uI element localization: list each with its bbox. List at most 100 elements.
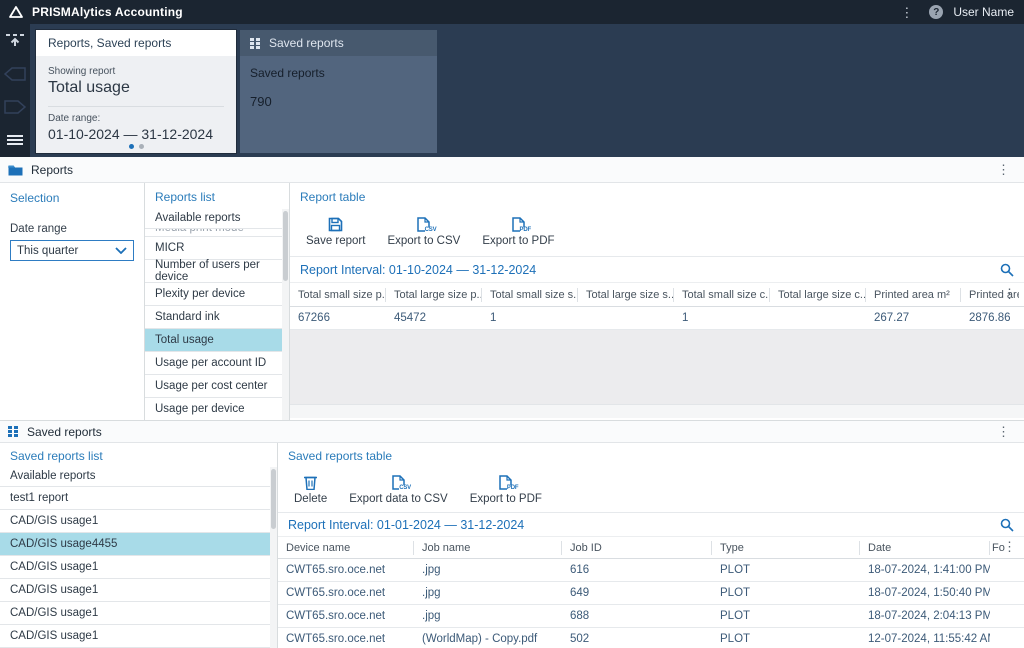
card-divider xyxy=(48,106,224,107)
report-table-panel: Report table Save report CSV Export to C… xyxy=(290,183,1024,420)
export-data-csv-button[interactable]: CSV Export data to CSV xyxy=(343,471,453,512)
column-header[interactable]: Device name xyxy=(278,540,414,555)
list-item[interactable]: Usage per device xyxy=(145,398,289,420)
app-root: PRISMAlytics Accounting ⋮ ? User Name Re… xyxy=(0,0,1024,648)
table-empty-area xyxy=(290,330,1024,404)
carousel-dot-inactive[interactable] xyxy=(138,144,144,149)
list-item[interactable]: MICR xyxy=(145,237,289,260)
list-item[interactable]: Standard ink xyxy=(145,306,289,329)
list-item-selected[interactable]: Total usage xyxy=(145,329,289,352)
navigate-back-icon[interactable] xyxy=(0,57,30,90)
column-header[interactable]: Total small size p... xyxy=(290,287,386,302)
saved-list-item[interactable]: CAD/GIS usage1 xyxy=(0,510,277,533)
horizontal-scrollbar-track[interactable] xyxy=(290,404,1024,418)
column-header[interactable]: Printed area m² xyxy=(866,287,961,302)
column-header[interactable]: Type xyxy=(712,540,860,555)
export-pdf-button[interactable]: PDF Export to PDF xyxy=(464,471,548,512)
save-icon xyxy=(328,215,343,232)
saved-reports-list-panel: Saved reports list Available reports tes… xyxy=(0,443,278,648)
saved-list-item-selected[interactable]: CAD/GIS usage4455 xyxy=(0,533,277,556)
top-app-bar: PRISMAlytics Accounting ⋮ ? User Name xyxy=(0,0,1024,24)
export-pdf-button[interactable]: PDF Export to PDF xyxy=(476,213,560,256)
saved-table-row[interactable]: CWT65.sro.oce.net .jpg 688 PLOT 18-07-20… xyxy=(278,605,1024,628)
search-icon[interactable] xyxy=(1000,263,1014,277)
cell: 18-07-2024, 1:50:40 PM xyxy=(868,587,990,599)
pdf-file-icon: PDF xyxy=(499,473,519,491)
column-menu-icon[interactable]: ⋮ xyxy=(997,540,1022,553)
saved-table-title: Saved reports table xyxy=(288,449,393,463)
navigate-forward-icon[interactable] xyxy=(0,90,30,123)
hamburger-menu-icon[interactable] xyxy=(0,123,30,156)
cell: 502 xyxy=(570,633,590,645)
saved-interval-text: Report Interval: 01-01-2024 — 31-12-2024 xyxy=(288,517,525,532)
prisma-logo-icon xyxy=(8,5,24,20)
cell: PLOT xyxy=(720,633,751,645)
column-header[interactable]: Total small size c... xyxy=(674,287,770,302)
reports-section: Reports ⋮ Selection Date range This quar… xyxy=(0,157,1024,420)
report-interval-row: Report Interval: 01-10-2024 — 31-12-2024 xyxy=(290,257,1024,283)
saved-reports-table-panel: Saved reports table Delete CSV Export da… xyxy=(278,443,1024,648)
export-csv-button[interactable]: CSV Export to CSV xyxy=(381,213,466,256)
saved-list-item[interactable]: CAD/GIS usage1 xyxy=(0,602,277,625)
column-header[interactable]: Total large size c... xyxy=(770,287,866,302)
saved-list-item[interactable]: CAD/GIS usage1 xyxy=(0,556,277,579)
widget-columns-icon[interactable] xyxy=(0,24,30,57)
report-interval-text: Report Interval: 01-10-2024 — 31-12-2024 xyxy=(300,262,537,277)
list-item-partial[interactable]: Media print mode xyxy=(145,229,289,237)
carousel-dot-active[interactable] xyxy=(128,144,134,149)
column-header[interactable]: Job ID xyxy=(562,540,712,555)
saved-card-header: Saved reports xyxy=(240,30,437,56)
saved-list-item[interactable]: test1 report xyxy=(0,487,277,510)
search-icon[interactable] xyxy=(1000,518,1014,532)
saved-table-toolbar: Delete CSV Export data to CSV PDF Export… xyxy=(278,467,1024,513)
cell: .jpg xyxy=(422,564,441,576)
reports-list-scrollbar[interactable] xyxy=(282,209,289,420)
user-menu[interactable]: User Name xyxy=(953,5,1014,19)
cell: 2876.86 xyxy=(969,312,1011,324)
date-range-select[interactable]: This quarter xyxy=(10,240,134,261)
list-item[interactable]: Plexity per device xyxy=(145,283,289,306)
overview-card-body: Showing report Total usage Date range: 0… xyxy=(36,56,236,153)
saved-list-item[interactable]: CAD/GIS usage1 xyxy=(0,579,277,602)
showing-report-label: Showing report xyxy=(48,66,116,77)
saved-section-header: Saved reports ⋮ xyxy=(0,421,1024,443)
cell: CWT65.sro.oce.net xyxy=(286,564,386,576)
column-header[interactable]: Total large size s... xyxy=(578,287,674,302)
cell: 67266 xyxy=(298,312,330,324)
dashboard-hero: Reports, Saved reports Showing report To… xyxy=(0,24,1024,157)
delete-button[interactable]: Delete xyxy=(288,471,333,512)
cell: 1 xyxy=(682,312,689,324)
column-header[interactable]: Job name xyxy=(414,540,562,555)
saved-section-menu-icon[interactable]: ⋮ xyxy=(991,425,1016,438)
saved-table-row[interactable]: CWT65.sro.oce.net (WorldMap) - Copy.pdf … xyxy=(278,628,1024,648)
grid-icon xyxy=(8,426,18,437)
save-report-button[interactable]: Save report xyxy=(300,213,371,256)
saved-table-row[interactable]: CWT65.sro.oce.net .jpg 616 PLOT 18-07-20… xyxy=(278,559,1024,582)
reports-section-header: Reports ⋮ xyxy=(0,157,1024,183)
selection-panel: Selection Date range This quarter xyxy=(0,183,145,420)
help-icon[interactable]: ? xyxy=(929,5,944,19)
saved-list-item[interactable]: CAD/GIS usage1 xyxy=(0,625,277,648)
column-header[interactable]: Total small size s... xyxy=(482,287,578,302)
saved-reports-section: Saved reports ⋮ Saved reports list Avail… xyxy=(0,420,1024,648)
overflow-menu-icon[interactable]: ⋮ xyxy=(894,6,919,19)
saved-list-scrollbar[interactable] xyxy=(270,467,277,648)
list-item[interactable]: Usage per cost center xyxy=(145,375,289,398)
trash-icon xyxy=(304,473,318,490)
column-menu-icon[interactable]: ⋮ xyxy=(997,287,1022,300)
report-table-title: Report table xyxy=(300,190,366,204)
saved-list-title: Saved reports list xyxy=(10,449,103,463)
report-table-row[interactable]: 67266 45472 1 1 267.27 2876.86 xyxy=(290,307,1024,330)
reports-list-title: Reports list xyxy=(155,190,216,204)
cell: PLOT xyxy=(720,610,751,622)
overview-card[interactable]: Reports, Saved reports Showing report To… xyxy=(36,30,236,153)
saved-reports-card[interactable]: Saved reports Saved reports 790 xyxy=(240,30,437,153)
saved-table-row[interactable]: CWT65.sro.oce.net .jpg 649 PLOT 18-07-20… xyxy=(278,582,1024,605)
column-header[interactable]: Date xyxy=(860,540,990,555)
column-header[interactable]: Total large size p... xyxy=(386,287,482,302)
list-item[interactable]: Number of users per device xyxy=(145,259,289,283)
reports-section-menu-icon[interactable]: ⋮ xyxy=(991,163,1016,176)
list-item[interactable]: Usage per account ID xyxy=(145,352,289,375)
saved-count-value: 790 xyxy=(250,94,272,109)
cell: .jpg xyxy=(422,610,441,622)
